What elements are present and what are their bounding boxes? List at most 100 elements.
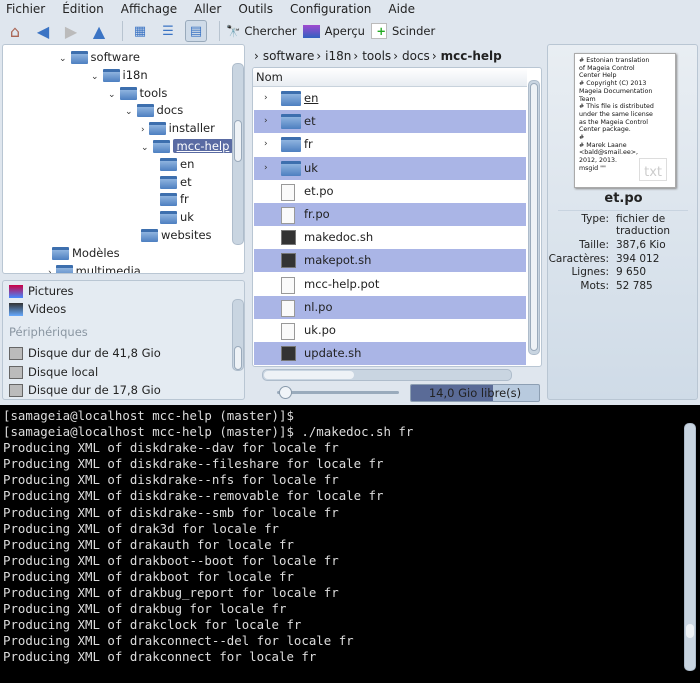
breadcrumb-item[interactable]: i18n: [325, 49, 351, 63]
breadcrumb-separator-icon: ›: [393, 49, 398, 63]
terminal-line: [samageia@localhost mcc-help (master)]$ …: [3, 424, 414, 440]
tree-item[interactable]: Modèles: [48, 244, 120, 262]
text-file-icon: [281, 207, 295, 224]
back-button[interactable]: ◀: [32, 20, 54, 42]
place-item[interactable]: Videos: [9, 300, 66, 318]
menu-5[interactable]: Configuration: [290, 2, 371, 16]
tree-item[interactable]: › installer: [141, 119, 215, 137]
tree-scroll-thumb[interactable]: [234, 120, 242, 162]
search-button[interactable]: 🔭 Chercher: [226, 20, 297, 42]
expand-chevron-icon[interactable]: ⌄: [108, 90, 116, 100]
tree-item[interactable]: ⌄ tools: [108, 84, 167, 102]
device-item[interactable]: Disque dur de 17,8 Gio: [9, 381, 161, 399]
breadcrumb-item[interactable]: docs: [402, 49, 430, 63]
file-row[interactable]: update.sh: [254, 342, 526, 366]
menu-0[interactable]: Fichier: [6, 2, 45, 16]
file-list-scroll-thumb[interactable]: [530, 83, 538, 351]
preview-button[interactable]: Aperçu: [302, 20, 365, 42]
places-scrollbar[interactable]: [232, 299, 244, 371]
folder-tree-panel: ⌄ software ⌄ i18n ⌄ tools ⌄ docs › installer ⌄ mcc-…: [2, 44, 245, 274]
breadcrumb-item[interactable]: mcc-help: [441, 49, 502, 63]
expand-chevron-icon[interactable]: ⌄: [141, 143, 149, 153]
place-item[interactable]: Pictures: [9, 282, 74, 300]
tree-item[interactable]: en: [160, 155, 194, 173]
expand-chevron-icon[interactable]: ›: [141, 125, 145, 135]
tree-item[interactable]: ⌄ mcc-help: [141, 137, 234, 155]
places-scroll-thumb[interactable]: [234, 346, 242, 370]
horizontal-scrollbar[interactable]: [262, 369, 512, 381]
home-icon: ⌂: [9, 21, 21, 41]
forward-button[interactable]: ▶: [60, 20, 82, 42]
breadcrumb-item[interactable]: tools: [362, 49, 391, 63]
horizontal-scroll-thumb[interactable]: [264, 371, 354, 379]
file-row[interactable]: makedoc.sh: [254, 226, 526, 249]
file-row[interactable]: › fr: [254, 133, 526, 156]
tree-item[interactable]: ⌄ i18n: [91, 66, 148, 84]
tree-item-label: en: [180, 156, 195, 171]
expand-chevron-icon[interactable]: ›: [264, 157, 268, 180]
terminal-line: Producing XML of diskdrake--fileshare fo…: [3, 456, 384, 472]
tree-scrollbar[interactable]: [232, 63, 244, 245]
device-item[interactable]: Disque local: [9, 363, 98, 381]
breadcrumb-separator-icon: ›: [431, 49, 437, 63]
terminal[interactable]: [samageia@localhost mcc-help (master)]$[…: [0, 405, 700, 683]
tree-item[interactable]: et: [160, 173, 192, 191]
terminal-line: Producing XML of drakboot for locale fr: [3, 568, 294, 584]
file-row[interactable]: › et: [254, 110, 526, 134]
file-row[interactable]: fr.po: [254, 203, 526, 226]
device-item[interactable]: Disque dur de 41,8 Gio: [9, 344, 161, 362]
expand-chevron-icon[interactable]: ⌄: [59, 54, 67, 64]
menu-1[interactable]: Édition: [62, 2, 104, 16]
zoom-slider[interactable]: [277, 386, 399, 399]
terminal-scroll-thumb[interactable]: [686, 624, 694, 638]
menu-6[interactable]: Aide: [388, 2, 415, 16]
file-row[interactable]: et.po: [254, 180, 526, 203]
up-button[interactable]: ▲: [88, 20, 110, 42]
expand-chevron-icon[interactable]: ⌄: [125, 107, 133, 117]
tree-item[interactable]: uk: [160, 208, 194, 226]
info-field-label: Caractères:: [548, 252, 609, 265]
shell-script-icon: [281, 346, 296, 362]
icons-view-icon: ▦: [133, 23, 147, 39]
place-label: Videos: [28, 302, 67, 316]
file-name: et: [304, 114, 316, 129]
file-row[interactable]: mcc-help.pot: [254, 273, 526, 296]
terminal-scrollbar[interactable]: [684, 423, 696, 671]
icons-view-button[interactable]: ▦: [129, 20, 151, 42]
column-header-name[interactable]: Nom: [253, 68, 527, 87]
file-row[interactable]: › uk: [254, 156, 526, 180]
file-name: makepot.sh: [304, 253, 372, 268]
menu-3[interactable]: Aller: [194, 2, 221, 16]
tree-item[interactable]: websites: [141, 226, 212, 244]
tree-item[interactable]: › multimedia: [48, 262, 141, 273]
menu-2[interactable]: Affichage: [121, 2, 177, 16]
arrow-right-icon: ▶: [64, 21, 78, 41]
expand-chevron-icon[interactable]: ⌄: [91, 72, 99, 82]
toolbar-separator: [122, 21, 123, 41]
details-view-button[interactable]: ▤: [185, 20, 207, 42]
zoom-slider-handle[interactable]: [279, 386, 292, 399]
tree-item-label: fr: [180, 192, 189, 207]
tree-item[interactable]: ⌄ docs: [125, 101, 183, 119]
folder-icon: [281, 160, 301, 176]
expand-chevron-icon[interactable]: ›: [264, 110, 268, 133]
expand-chevron-icon[interactable]: ›: [264, 87, 268, 110]
tree-item[interactable]: fr: [160, 190, 189, 208]
menu-4[interactable]: Outils: [238, 2, 273, 16]
breadcrumb-item[interactable]: software: [263, 49, 315, 63]
preview-text: # Estonian translation of Mageia Control…: [579, 57, 654, 172]
split-button[interactable]: + Scinder: [370, 20, 436, 42]
file-list-scrollbar[interactable]: [528, 80, 540, 355]
home-button[interactable]: ⌂: [4, 20, 26, 42]
split-icon: +: [370, 23, 387, 39]
expand-chevron-icon[interactable]: ›: [264, 133, 268, 156]
file-row[interactable]: makepot.sh: [254, 249, 526, 273]
file-row[interactable]: › en: [254, 87, 526, 110]
file-row[interactable]: nl.po: [254, 295, 526, 319]
tree-item[interactable]: ⌄ software: [59, 48, 140, 66]
split-label: Scinder: [391, 24, 436, 38]
file-row[interactable]: uk.po: [254, 319, 526, 342]
device-label: Disque local: [28, 364, 99, 379]
expand-chevron-icon[interactable]: ›: [48, 268, 52, 273]
compact-view-button[interactable]: ☰: [157, 20, 179, 42]
